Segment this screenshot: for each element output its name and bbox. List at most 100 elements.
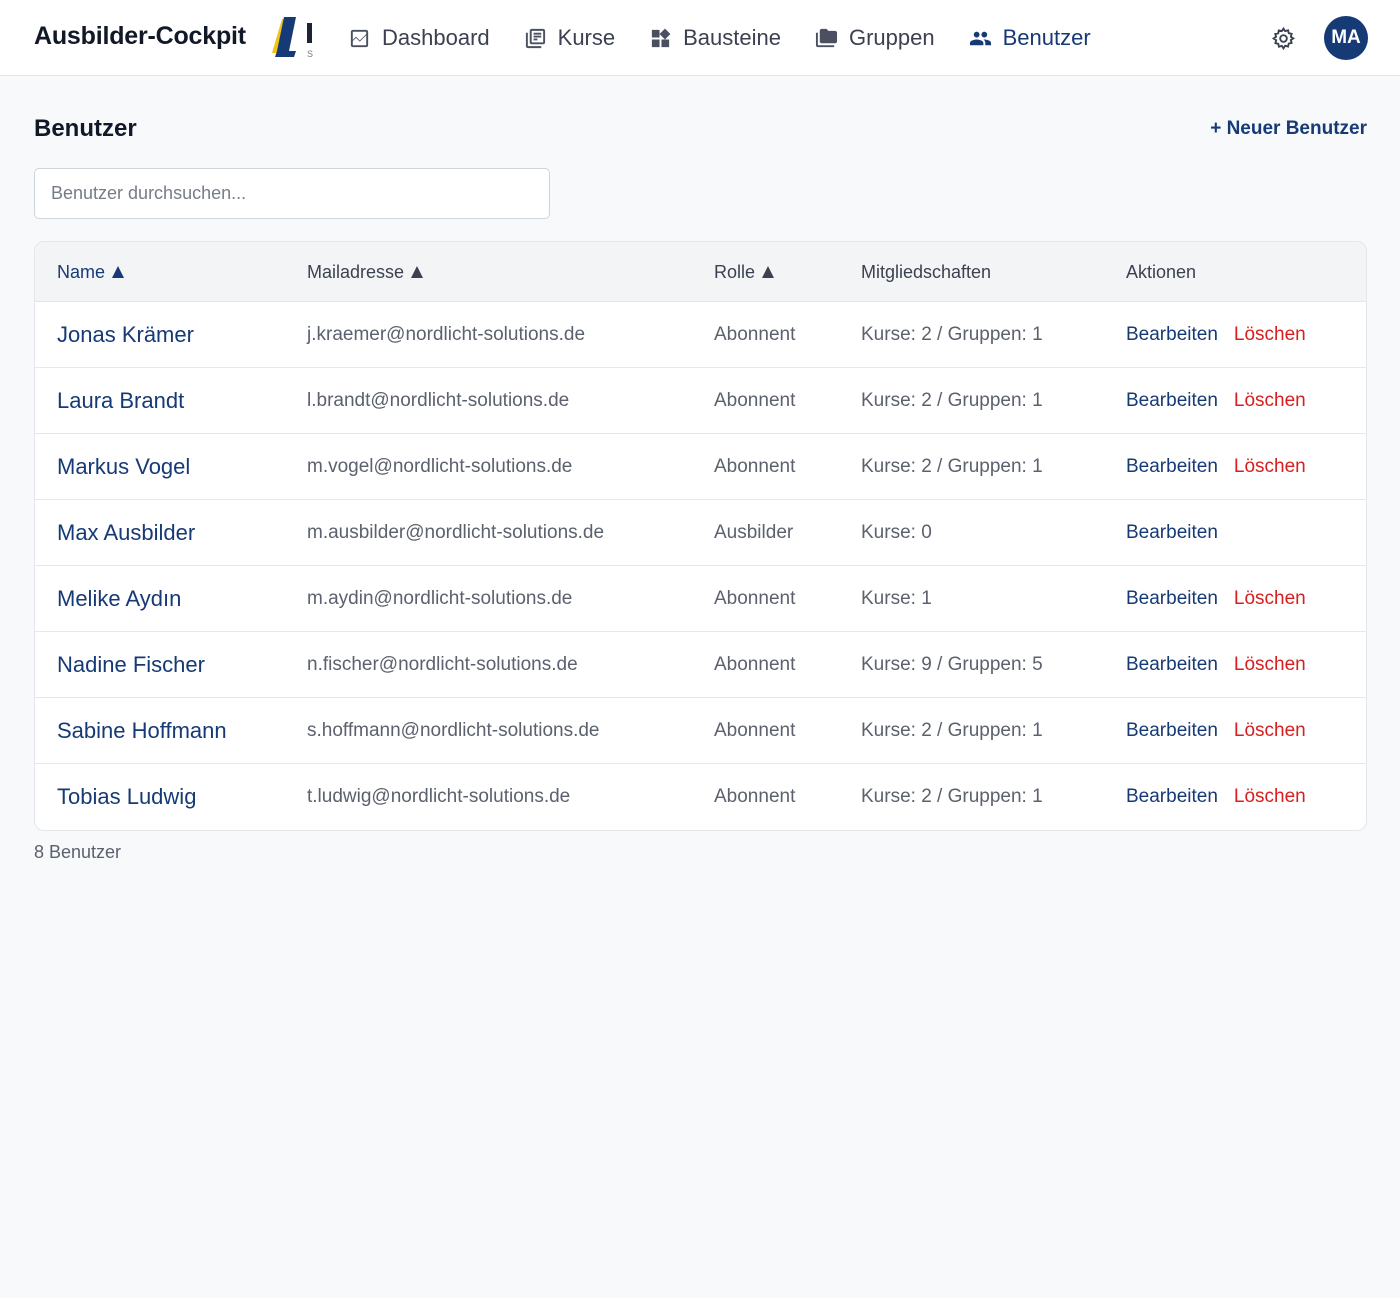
user-role: Abonnent xyxy=(714,456,796,477)
people-icon xyxy=(969,31,991,45)
widgets-icon xyxy=(652,28,671,47)
sort-asc-icon xyxy=(411,266,424,278)
sort-asc-icon xyxy=(112,266,125,278)
delete-button[interactable]: Löschen xyxy=(1234,588,1306,610)
user-name-link[interactable]: Sabine Hoffmann xyxy=(57,698,227,764)
column-header-role[interactable]: Rolle xyxy=(714,242,775,302)
library-icon xyxy=(525,28,545,48)
table-header: Name Mailadresse Rolle Mitgliedschaften … xyxy=(35,242,1366,302)
delete-button[interactable]: Löschen xyxy=(1234,456,1306,478)
row-actions: Bearbeiten Löschen xyxy=(1126,302,1306,368)
row-actions: Bearbeiten Löschen xyxy=(1126,632,1306,698)
nav-label-dashboard: Dashboard xyxy=(382,25,490,50)
column-label-memberships: Mitgliedschaften xyxy=(861,261,992,282)
edit-button[interactable]: Bearbeiten xyxy=(1126,720,1218,742)
column-header-mail[interactable]: Mailadresse xyxy=(307,242,424,302)
delete-button[interactable]: Löschen xyxy=(1234,720,1306,742)
user-count: 8 Benutzer xyxy=(34,842,122,862)
row-actions: Bearbeiten Löschen xyxy=(1126,698,1306,764)
delete-button[interactable]: Löschen xyxy=(1234,324,1306,346)
nav-label-benutzer: Benutzer xyxy=(1002,25,1091,50)
main-nav: Dashboard Kurse Bausteine Gruppen Benutz… xyxy=(348,0,1125,76)
user-memberships: Kurse: 9 / Gruppen: 5 xyxy=(861,654,1043,675)
user-memberships: Kurse: 2 / Gruppen: 1 xyxy=(861,390,1043,411)
nav-item-kurse[interactable]: Kurse xyxy=(524,25,615,51)
nav-label-gruppen: Gruppen xyxy=(848,25,935,50)
table-body: Jonas Krämer j.kraemer@nordlicht-solution… xyxy=(35,302,1366,830)
table-row: Melike Aydın m.aydin@nordlicht-solutions.… xyxy=(35,566,1366,632)
user-mail: m.aydin@nordlicht-solutions.de xyxy=(307,588,573,609)
user-mail: m.ausbilder@nordlicht-solutions.de xyxy=(307,522,605,543)
row-actions: Bearbeiten Löschen xyxy=(1126,368,1306,434)
gear-icon[interactable] xyxy=(1271,26,1296,51)
user-memberships: Kurse: 0 xyxy=(861,522,932,543)
column-label-mail: Mailadresse xyxy=(307,261,405,282)
edit-button[interactable]: Bearbeiten xyxy=(1126,390,1218,412)
edit-button[interactable]: Bearbeiten xyxy=(1126,324,1218,346)
delete-button[interactable]: Löschen xyxy=(1234,390,1306,412)
user-memberships: Kurse: 2 / Gruppen: 1 xyxy=(861,786,1043,807)
user-name-link[interactable]: Tobias Ludwig xyxy=(57,764,196,830)
user-memberships: Kurse: 2 / Gruppen: 1 xyxy=(861,456,1043,477)
user-role: Abonnent xyxy=(714,324,796,345)
sort-asc-icon xyxy=(762,266,775,278)
user-name-link[interactable]: Melike Aydın xyxy=(57,566,181,632)
user-mail: t.ludwig@nordlicht-solutions.de xyxy=(307,786,571,807)
table-row: Jonas Krämer j.kraemer@nordlicht-solution… xyxy=(35,302,1366,368)
chart-icon xyxy=(350,29,369,47)
user-avatar[interactable]: MA xyxy=(1324,16,1368,60)
edit-button[interactable]: Bearbeiten xyxy=(1126,456,1218,478)
company-logo: S xyxy=(272,17,313,59)
user-memberships: Kurse: 2 / Gruppen: 1 xyxy=(861,324,1043,345)
edit-button[interactable]: Bearbeiten xyxy=(1126,588,1218,610)
table-row: Markus Vogel m.vogel@nordlicht-solutions.… xyxy=(35,434,1366,500)
user-role: Ausbilder xyxy=(714,522,794,543)
column-label-actions: Aktionen xyxy=(1126,261,1197,282)
app-brand[interactable]: Ausbilder-Cockpit xyxy=(34,22,246,51)
nav-item-gruppen[interactable]: Gruppen xyxy=(815,25,935,51)
nav-label-kurse: Kurse xyxy=(557,25,616,50)
row-actions: Bearbeiten Löschen xyxy=(1126,764,1306,830)
user-memberships: Kurse: 2 / Gruppen: 1 xyxy=(861,720,1043,741)
user-name-link[interactable]: Markus Vogel xyxy=(57,434,190,500)
table-row: Nadine Fischer n.fischer@nordlicht-soluti… xyxy=(35,632,1366,698)
nav-item-bausteine[interactable]: Bausteine xyxy=(649,25,781,51)
user-mail: n.fischer@nordlicht-solutions.de xyxy=(307,654,578,675)
user-name-link[interactable]: Laura Brandt xyxy=(57,368,184,434)
user-role: Abonnent xyxy=(714,654,796,675)
row-actions: Bearbeiten Löschen xyxy=(1126,434,1306,500)
column-label-name: Name xyxy=(57,261,106,282)
user-memberships: Kurse: 1 xyxy=(861,588,932,609)
table-row: Tobias Ludwig t.ludwig@nordlicht-solution… xyxy=(35,764,1366,830)
folder-icon xyxy=(815,28,838,47)
table-row: Max Ausbilder m.ausbilder@nordlicht-solut… xyxy=(35,500,1366,566)
column-header-actions: Aktionen xyxy=(1126,242,1196,302)
user-mail: m.vogel@nordlicht-solutions.de xyxy=(307,456,573,477)
page-title: Benutzer xyxy=(34,115,137,142)
user-name-link[interactable]: Max Ausbilder xyxy=(57,500,195,566)
user-role: Abonnent xyxy=(714,588,796,609)
table-row: Laura Brandt l.brandt@nordlicht-solutions… xyxy=(35,368,1366,434)
edit-button[interactable]: Bearbeiten xyxy=(1126,522,1218,544)
user-mail: l.brandt@nordlicht-solutions.de xyxy=(307,390,570,411)
user-mail: j.kraemer@nordlicht-solutions.de xyxy=(307,324,586,345)
new-user-button[interactable]: + Neuer Benutzer xyxy=(1210,118,1367,140)
table-row: Sabine Hoffmann s.hoffmann@nordlicht-solu… xyxy=(35,698,1366,764)
edit-button[interactable]: Bearbeiten xyxy=(1126,786,1218,808)
delete-button[interactable]: Löschen xyxy=(1234,654,1306,676)
delete-button[interactable]: Löschen xyxy=(1234,786,1306,808)
logo-sub-text: S xyxy=(307,49,313,59)
user-role: Abonnent xyxy=(714,786,796,807)
user-name-link[interactable]: Jonas Krämer xyxy=(57,302,194,368)
user-name-link[interactable]: Nadine Fischer xyxy=(57,632,205,698)
column-header-memberships: Mitgliedschaften xyxy=(861,242,991,302)
row-actions: Bearbeiten xyxy=(1126,500,1234,566)
user-role: Abonnent xyxy=(714,720,796,741)
top-navigation-bar: Ausbilder-Cockpit S Dashboard Kurse Baus… xyxy=(0,0,1400,76)
search-input[interactable] xyxy=(34,168,550,219)
nav-item-benutzer[interactable]: Benutzer xyxy=(969,25,1091,51)
column-header-name[interactable]: Name xyxy=(57,242,125,302)
edit-button[interactable]: Bearbeiten xyxy=(1126,654,1218,676)
row-actions: Bearbeiten Löschen xyxy=(1126,566,1306,632)
nav-item-dashboard[interactable]: Dashboard xyxy=(348,25,490,51)
